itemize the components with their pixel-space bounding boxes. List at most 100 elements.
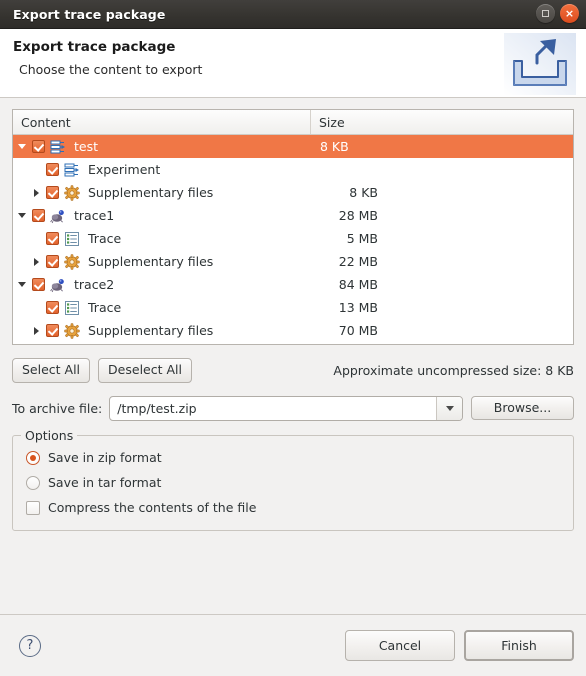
archive-file-input[interactable]: /tmp/test.zip bbox=[110, 401, 436, 416]
expand-arrow-right-icon[interactable] bbox=[30, 319, 42, 342]
cancel-button[interactable]: Cancel bbox=[345, 630, 455, 661]
tree-row-size: 8 KB bbox=[320, 139, 349, 154]
close-button[interactable]: × bbox=[560, 4, 579, 23]
tree-row-size: 84 MB bbox=[338, 277, 378, 292]
tree-row-label: Trace bbox=[88, 231, 122, 246]
archive-file-label: To archive file: bbox=[12, 400, 103, 416]
gear-icon bbox=[64, 322, 84, 339]
footer-buttons: Cancel Finish bbox=[345, 630, 574, 661]
triangle-glyph bbox=[18, 213, 26, 218]
radio-button[interactable] bbox=[26, 475, 40, 490]
tree-row-size: 22 MB bbox=[338, 254, 378, 269]
tree-row-label: Supplementary files bbox=[88, 323, 214, 338]
tree-row-label: Trace bbox=[88, 300, 122, 315]
row-checkbox[interactable] bbox=[46, 186, 59, 199]
row-checkbox[interactable] bbox=[46, 324, 59, 337]
deselect-all-button[interactable]: Deselect All bbox=[98, 358, 192, 383]
dialog-footer: ? Cancel Finish bbox=[0, 614, 586, 676]
triangle-glyph bbox=[33, 326, 39, 335]
tree-row[interactable]: Trace 5 MB bbox=[13, 227, 573, 250]
tree-row[interactable]: Trace 13 MB bbox=[13, 296, 573, 319]
tree-row-size: 70 MB bbox=[338, 323, 378, 338]
maximize-icon bbox=[542, 10, 549, 17]
trace-bug-icon bbox=[50, 277, 70, 293]
tree-row[interactable]: trace1 28 MB bbox=[13, 204, 573, 227]
triangle-glyph bbox=[18, 144, 26, 149]
tree-row[interactable]: Supplementary files 70 MB bbox=[13, 319, 573, 342]
row-checkbox[interactable] bbox=[46, 163, 59, 176]
banner-title: Export trace package bbox=[13, 39, 176, 55]
row-checkbox[interactable] bbox=[32, 209, 45, 222]
banner-subtitle: Choose the content to export bbox=[19, 62, 203, 77]
option-label: Save in zip format bbox=[48, 450, 162, 465]
radio-button[interactable] bbox=[26, 450, 40, 465]
tree-row[interactable]: Experiment bbox=[13, 158, 573, 181]
expand-arrow-down-icon[interactable] bbox=[16, 273, 28, 296]
approximate-size-label: Approximate uncompressed size: 8 KB bbox=[333, 363, 574, 378]
triangle-glyph bbox=[33, 257, 39, 266]
help-icon[interactable]: ? bbox=[19, 634, 41, 657]
row-checkbox[interactable] bbox=[46, 232, 59, 245]
row-checkbox[interactable] bbox=[46, 301, 59, 314]
experiment-list-icon bbox=[50, 139, 70, 155]
tree-row[interactable]: test 8 KB bbox=[13, 135, 573, 158]
option-row[interactable]: Compress the contents of the file bbox=[23, 495, 563, 520]
selection-toolbar: Select All Deselect All Approximate unco… bbox=[12, 357, 574, 384]
dialog-body: Content Size test 8 KB Experiment Supplemen… bbox=[0, 98, 586, 614]
option-row[interactable]: Save in zip format bbox=[23, 445, 563, 470]
tree-row-label: trace2 bbox=[74, 277, 115, 292]
triangle-glyph bbox=[18, 282, 26, 287]
experiment-list-icon bbox=[64, 162, 84, 178]
content-tree[interactable]: Content Size test 8 KB Experiment Supplemen… bbox=[12, 109, 574, 345]
tree-row-label: Supplementary files bbox=[88, 254, 214, 269]
archive-file-row: To archive file: /tmp/test.zip Browse... bbox=[12, 395, 574, 421]
tree-row-label: trace1 bbox=[74, 208, 115, 223]
tree-header: Content Size bbox=[13, 110, 573, 135]
dialog-banner: Export trace package Choose the content … bbox=[0, 29, 586, 98]
trace-document-icon bbox=[64, 231, 84, 247]
archive-file-combo[interactable]: /tmp/test.zip bbox=[109, 395, 463, 421]
tree-row[interactable]: Supplementary files 22 MB bbox=[13, 250, 573, 273]
maximize-button[interactable] bbox=[536, 4, 555, 23]
options-list: Save in zip format Save in tar format Comp… bbox=[23, 445, 563, 520]
select-all-button[interactable]: Select All bbox=[12, 358, 91, 383]
expand-arrow-down-icon[interactable] bbox=[16, 204, 28, 227]
tree-row-size: 13 MB bbox=[338, 300, 378, 315]
checkbox[interactable] bbox=[26, 500, 40, 515]
export-tray-icon bbox=[504, 33, 576, 95]
tree-row-size: 5 MB bbox=[346, 231, 378, 246]
tree-row[interactable]: Supplementary files 8 KB bbox=[13, 181, 573, 204]
title-bar: Export trace package × bbox=[0, 0, 586, 29]
row-checkbox[interactable] bbox=[32, 278, 45, 291]
option-row[interactable]: Save in tar format bbox=[23, 470, 563, 495]
tree-row-label: Supplementary files bbox=[88, 185, 214, 200]
option-label: Compress the contents of the file bbox=[48, 500, 257, 515]
row-checkbox[interactable] bbox=[46, 255, 59, 268]
column-header-content[interactable]: Content bbox=[13, 110, 311, 134]
tree-rows: test 8 KB Experiment Supplementary files 8 K… bbox=[13, 135, 573, 342]
column-header-size[interactable]: Size bbox=[311, 110, 573, 134]
options-group: Options Save in zip format Save in tar fo… bbox=[12, 428, 574, 531]
finish-button[interactable]: Finish bbox=[464, 630, 574, 661]
option-label: Save in tar format bbox=[48, 475, 162, 490]
close-icon: × bbox=[564, 6, 575, 20]
expand-arrow-down-icon[interactable] bbox=[16, 135, 28, 158]
trace-document-icon bbox=[64, 300, 84, 316]
export-trace-package-dialog: Export trace package × Export trace pack… bbox=[0, 0, 586, 676]
tree-row-size: 28 MB bbox=[338, 208, 378, 223]
gear-icon bbox=[64, 184, 84, 201]
chevron-down-icon[interactable] bbox=[436, 396, 462, 420]
browse-button[interactable]: Browse... bbox=[471, 395, 574, 421]
expand-arrow-right-icon[interactable] bbox=[30, 250, 42, 273]
expand-arrow-right-icon[interactable] bbox=[30, 181, 42, 204]
trace-bug-icon bbox=[50, 208, 70, 224]
row-checkbox[interactable] bbox=[32, 140, 45, 153]
tree-row-size: 8 KB bbox=[349, 185, 378, 200]
triangle-glyph bbox=[33, 188, 39, 197]
options-legend: Options bbox=[21, 428, 78, 443]
tree-row[interactable]: trace2 84 MB bbox=[13, 273, 573, 296]
tree-row-label: test bbox=[74, 139, 99, 154]
window-controls: × bbox=[536, 4, 579, 23]
window-title: Export trace package bbox=[13, 6, 166, 22]
tree-row-label: Experiment bbox=[88, 162, 161, 177]
